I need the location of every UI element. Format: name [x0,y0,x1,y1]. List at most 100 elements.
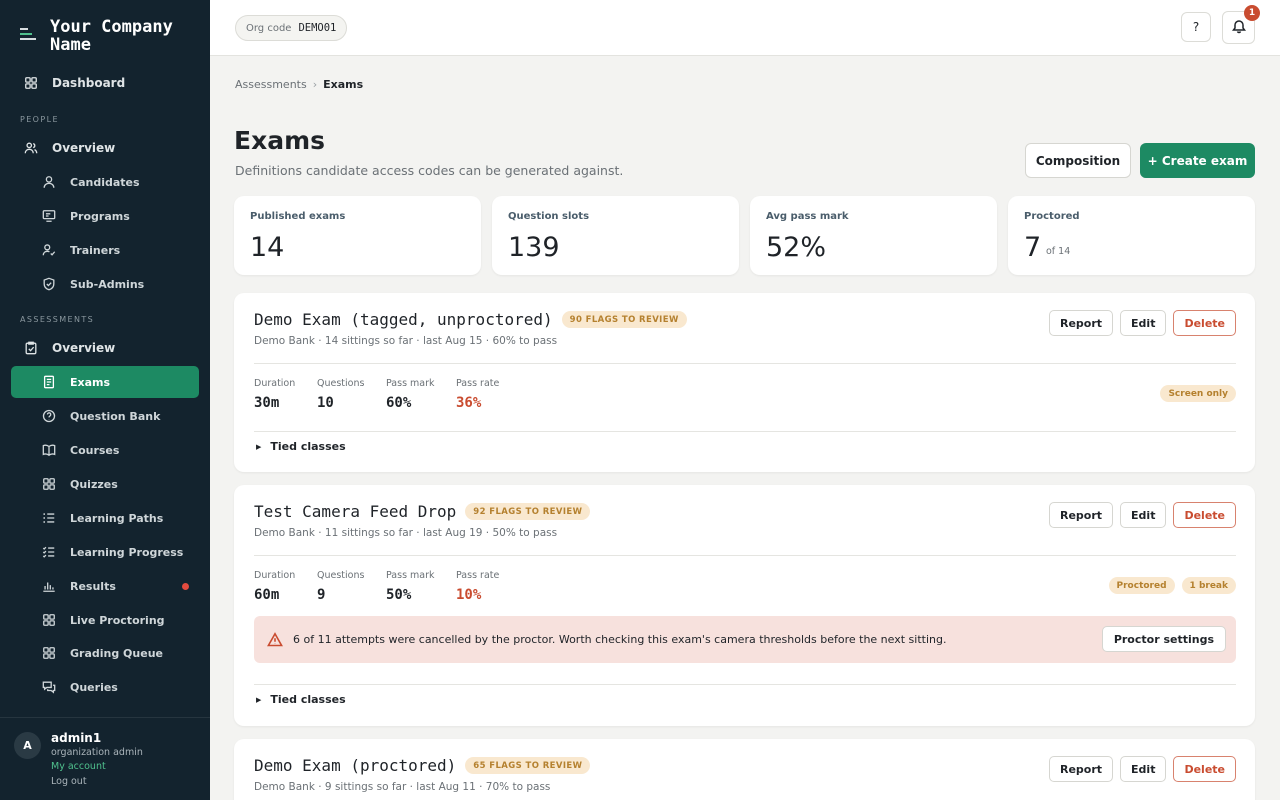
exam-meta: Demo Bank · 11 sittings so far · last Au… [254,527,558,539]
divider [254,363,1236,364]
brand-name: Your Company Name [50,17,173,55]
delete-button[interactable]: Delete [1173,756,1236,782]
exam-meta: Demo Bank · 14 sittings so far · last Au… [254,335,558,347]
trainer-icon [41,242,57,258]
metric-label: Pass mark [386,378,435,389]
users-icon [23,140,39,156]
sidebar-item-dashboard[interactable]: Dashboard [11,67,199,99]
scrollbar[interactable] [1270,56,1280,800]
grid-icon [41,612,57,628]
sidebar-item-people-overview[interactable]: Overview [11,132,199,164]
exam-tags: Proctored 1 break [1108,577,1236,594]
notifications-button[interactable]: 1 [1222,5,1260,44]
brand[interactable]: Your Company Name [20,18,190,54]
sidebar-item-trainers[interactable]: Trainers [11,234,199,266]
monitor-icon [41,208,57,224]
sidebar-item-learning-paths[interactable]: Learning Paths [11,502,199,534]
grid-icon [41,645,57,661]
edit-button[interactable]: Edit [1120,310,1167,336]
clipboard-check-icon [23,340,39,356]
notification-count-badge: 1 [1244,5,1260,21]
bar-chart-icon [41,578,57,594]
sidebar-item-candidates[interactable]: Candidates [11,166,199,198]
exam-title[interactable]: Test Camera Feed Drop 92 FLAGS TO REVIEW [254,502,591,521]
sidebar-item-live-proctoring[interactable]: Live Proctoring [11,604,199,636]
sidebar-item-grading-queue[interactable]: Grading Queue [11,637,199,669]
metric-value: 36% [456,395,482,411]
sidebar-item-queries[interactable]: Queries [11,671,199,703]
sidebar-item-label: Trainers [70,243,121,257]
stat-label: Avg pass mark [766,211,849,222]
org-code-label: Org code [246,22,292,34]
alert-message: 6 of 11 attempts were cancelled by the p… [293,633,947,646]
stat-suffix: of 14 [1046,246,1071,257]
logout-link[interactable]: Log out [51,776,87,787]
metric-label: Questions [317,570,365,581]
sidebar-item-label: Overview [52,341,116,355]
sidebar-item-exams[interactable]: Exams [11,366,199,398]
report-button[interactable]: Report [1048,502,1114,528]
main-content: Assessments › Exams Exams Definitions ca… [210,56,1280,800]
metric-label: Questions [317,378,365,389]
proctor-alert: 6 of 11 attempts were cancelled by the p… [254,616,1236,663]
flags-badge[interactable]: 90 FLAGS TO REVIEW [561,311,687,328]
help-button[interactable]: ? [1181,12,1211,42]
exam-title[interactable]: Demo Exam (proctored) 65 FLAGS TO REVIEW [254,756,591,775]
breadcrumb-assessments[interactable]: Assessments [235,78,307,91]
proctor-settings-button[interactable]: Proctor settings [1101,626,1226,652]
exam-title[interactable]: Demo Exam (tagged, unproctored) 90 FLAGS… [254,310,687,329]
metric-pass-mark: Pass mark 60% [386,378,435,411]
exam-actions: Report Edit Delete [1048,310,1236,336]
sidebar-item-courses[interactable]: Courses [11,434,199,466]
assessments-section-label: ASSESSMENTS [20,315,95,324]
stat-value: 14 [250,232,285,263]
delete-button[interactable]: Delete [1173,310,1236,336]
warning-icon [267,631,283,648]
edit-button[interactable]: Edit [1120,756,1167,782]
metric-label: Duration [254,570,296,581]
sidebar-item-label: Exams [70,375,111,389]
user-name: admin1 [51,731,102,745]
sidebar-item-quizzes[interactable]: Quizzes [11,468,199,500]
document-icon [41,374,57,390]
sidebar-item-assessments-overview[interactable]: Overview [11,332,199,364]
sidebar-item-results[interactable]: Results [11,570,199,602]
report-button[interactable]: Report [1048,310,1114,336]
metric-label: Pass rate [456,570,500,581]
flags-badge[interactable]: 92 FLAGS TO REVIEW [465,503,591,520]
sidebar-item-question-bank[interactable]: Question Bank [11,400,199,432]
sidebar-item-programs[interactable]: Programs [11,200,199,232]
sidebar-item-label: Courses [70,443,120,457]
brand-logo-icon [20,26,36,42]
metric-label: Duration [254,378,296,389]
tied-classes-label: Tied classes [270,693,346,706]
people-section-label: PEOPLE [20,115,59,124]
org-code-pill[interactable]: Org code DEMO01 [235,15,348,41]
create-exam-button[interactable]: + Create exam [1140,143,1255,178]
divider [254,555,1236,556]
metric-pass-mark: Pass mark 50% [386,570,435,603]
user-profile: A admin1 organization admin My account L… [0,717,210,800]
sidebar-item-label: Dashboard [52,76,126,90]
report-button[interactable]: Report [1048,756,1114,782]
tied-classes-toggle[interactable]: ▶ Tied classes [256,693,346,706]
my-account-link[interactable]: My account [51,761,106,772]
flags-badge[interactable]: 65 FLAGS TO REVIEW [465,757,591,774]
question-circle-icon [41,408,57,424]
sidebar-item-label: Grading Queue [70,646,163,660]
stat-card-proctored: Proctored 7 of 14 [1008,196,1255,275]
metric-pass-rate: Pass rate 10% [456,570,499,603]
sidebar-item-label: Sub-Admins [70,277,145,291]
page-subtitle: Definitions candidate access codes can b… [235,163,624,178]
sidebar-item-sub-admins[interactable]: Sub-Admins [11,268,199,300]
results-notification-dot [182,583,189,590]
metric-value: 10% [456,587,482,603]
sidebar-item-label: Candidates [70,175,140,189]
composition-button[interactable]: Composition [1025,143,1131,178]
tied-classes-toggle[interactable]: ▶ Tied classes [256,440,346,453]
sidebar-item-learning-progress[interactable]: Learning Progress [11,536,199,568]
edit-button[interactable]: Edit [1120,502,1167,528]
delete-button[interactable]: Delete [1173,502,1236,528]
metric-duration: Duration 60m [254,570,295,603]
breadcrumb: Assessments › Exams [235,78,363,91]
